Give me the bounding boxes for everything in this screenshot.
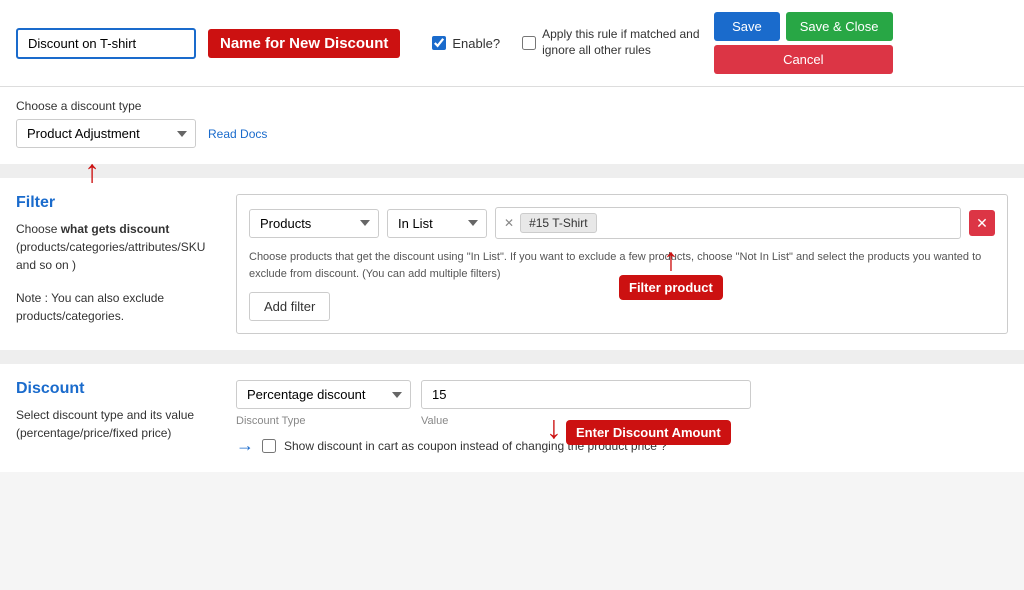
discount-description: Select discount type and its value (perc… xyxy=(16,406,216,442)
add-filter-button[interactable]: Add filter xyxy=(249,292,330,321)
coupon-checkbox[interactable] xyxy=(262,439,276,453)
tag-marker: ✕ xyxy=(504,216,514,230)
tag-input[interactable]: ✕ #15 T-Shirt xyxy=(495,207,961,239)
enable-checkbox[interactable] xyxy=(432,36,446,50)
discount-value-input[interactable] xyxy=(421,380,751,409)
top-bar: Name for New Discount Enable? Apply this… xyxy=(0,0,1024,87)
product-tag: #15 T-Shirt xyxy=(520,213,596,233)
coupon-row: → Show discount in cart as coupon instea… xyxy=(236,435,1008,456)
save-close-button[interactable]: Save & Close xyxy=(786,12,893,41)
enable-label: Enable? xyxy=(452,36,500,51)
blue-arrow-icon: → xyxy=(236,435,254,456)
filter-right-panel: Products Categories Attributes SKU In Li… xyxy=(236,194,1008,334)
discount-right-panel: Percentage discount Fixed discount Fixed… xyxy=(236,380,1008,456)
filter-row: Products Categories Attributes SKU In Li… xyxy=(249,207,995,239)
discount-type-value-select[interactable]: Percentage discount Fixed discount Fixed… xyxy=(236,380,411,409)
name-callout: Name for New Discount xyxy=(208,29,400,58)
discount-left-panel: Discount Select discount type and its va… xyxy=(16,380,236,456)
discount-row: Percentage discount Fixed discount Fixed… xyxy=(236,380,1008,409)
discount-type-select[interactable]: Product Adjustment Order Discount Buy X … xyxy=(16,119,196,148)
coupon-label: Show discount in cart as coupon instead … xyxy=(284,439,667,453)
discount-type-sublabel: Discount Type xyxy=(236,415,411,427)
value-sublabel: Value xyxy=(421,415,448,427)
apply-rule-area: Apply this rule if matched and ignore al… xyxy=(522,27,702,58)
filter-description: Choose what gets discount (products/cate… xyxy=(16,220,216,274)
filter-condition-select[interactable]: In List Not In List xyxy=(387,209,487,238)
filter-section: Filter Choose what gets discount (produc… xyxy=(0,178,1024,356)
discount-title: Discount xyxy=(16,380,216,398)
save-button[interactable]: Save xyxy=(714,12,780,41)
button-group: Save Save & Close Cancel xyxy=(714,12,892,74)
apply-rule-label: Apply this rule if matched and ignore al… xyxy=(542,27,702,58)
read-docs-link[interactable]: Read Docs xyxy=(208,127,267,141)
filter-products-select[interactable]: Products Categories Attributes SKU xyxy=(249,209,379,238)
cancel-button[interactable]: Cancel xyxy=(714,45,892,74)
apply-rule-checkbox[interactable] xyxy=(522,36,536,50)
discount-type-label: Choose a discount type xyxy=(16,99,1008,113)
enable-area: Enable? xyxy=(432,36,500,51)
filter-help-text: Choose products that get the discount us… xyxy=(249,249,995,282)
discount-sublabels: Discount Type Value xyxy=(236,415,1008,427)
filter-bold: what gets discount xyxy=(61,222,170,236)
filter-left-panel: Filter Choose what gets discount (produc… xyxy=(16,194,236,334)
section-divider-1 xyxy=(0,170,1024,178)
discount-section: Discount Select discount type and its va… xyxy=(0,364,1024,472)
discount-name-input[interactable] xyxy=(16,28,196,59)
section-divider-2 xyxy=(0,356,1024,364)
filter-note: Note : You can also exclude products/cat… xyxy=(16,289,216,325)
remove-filter-button[interactable]: ✕ xyxy=(969,210,995,236)
discount-type-section: Choose a discount type Product Adjustmen… xyxy=(0,87,1024,170)
filter-title: Filter xyxy=(16,194,216,212)
